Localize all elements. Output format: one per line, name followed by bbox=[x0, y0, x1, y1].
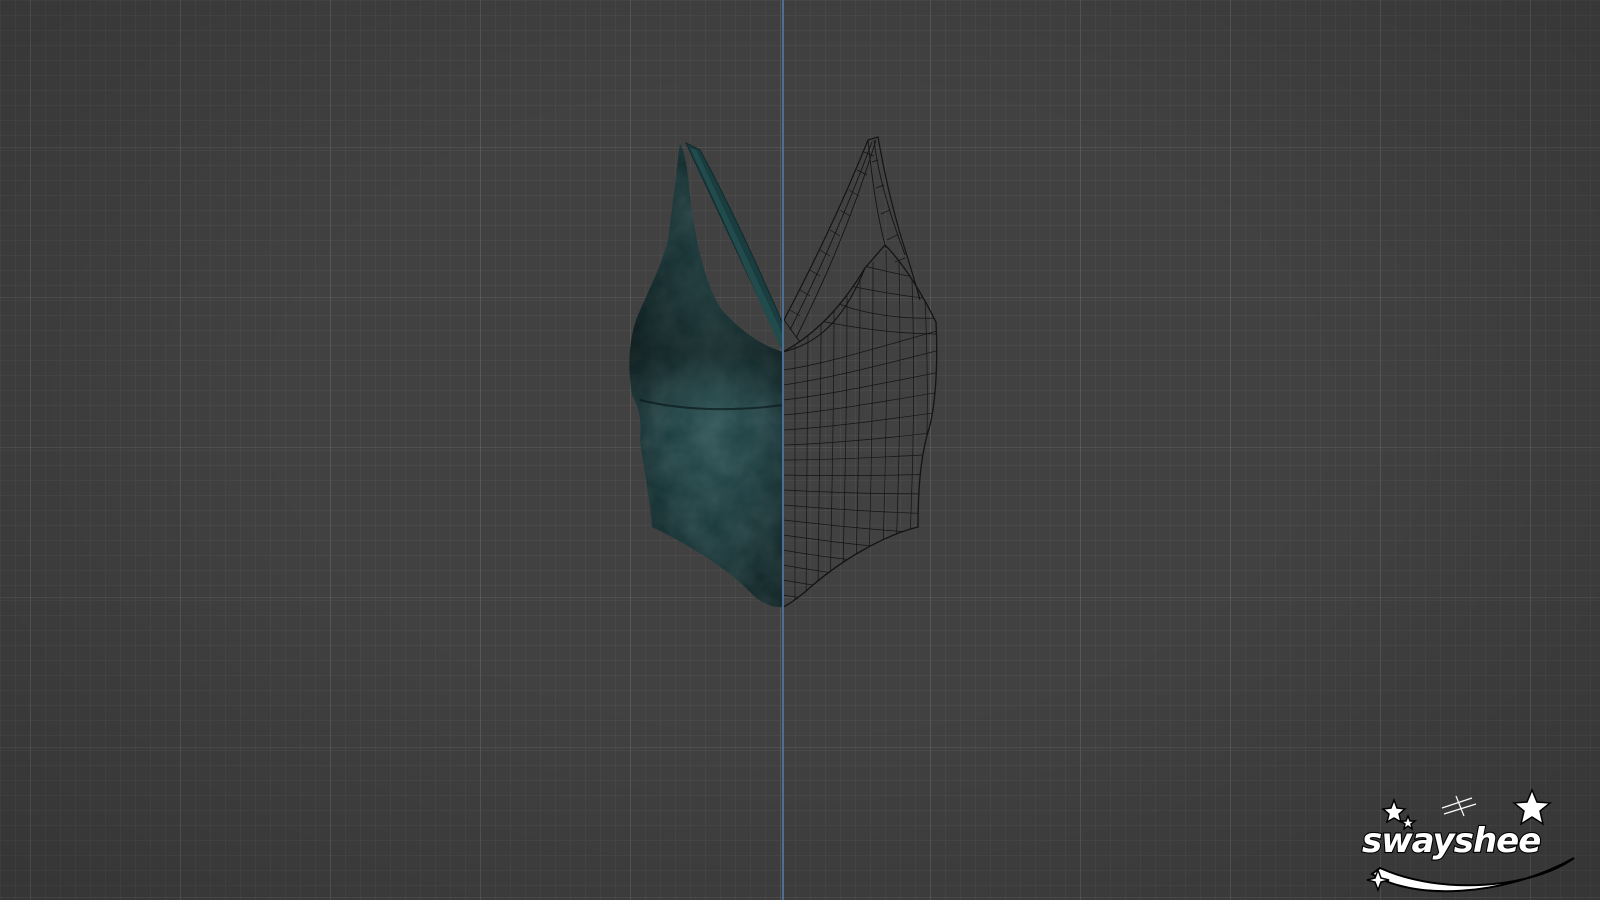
split-view-divider[interactable] bbox=[782, 0, 784, 900]
swayshee-logo: swayshee bbox=[1361, 788, 1575, 893]
logo-text: swayshee bbox=[1362, 821, 1540, 861]
textured-half bbox=[629, 141, 783, 608]
3d-viewport[interactable]: swayshee bbox=[0, 0, 1600, 900]
wireframe-half bbox=[783, 136, 938, 608]
garment-model[interactable] bbox=[0, 0, 1600, 900]
